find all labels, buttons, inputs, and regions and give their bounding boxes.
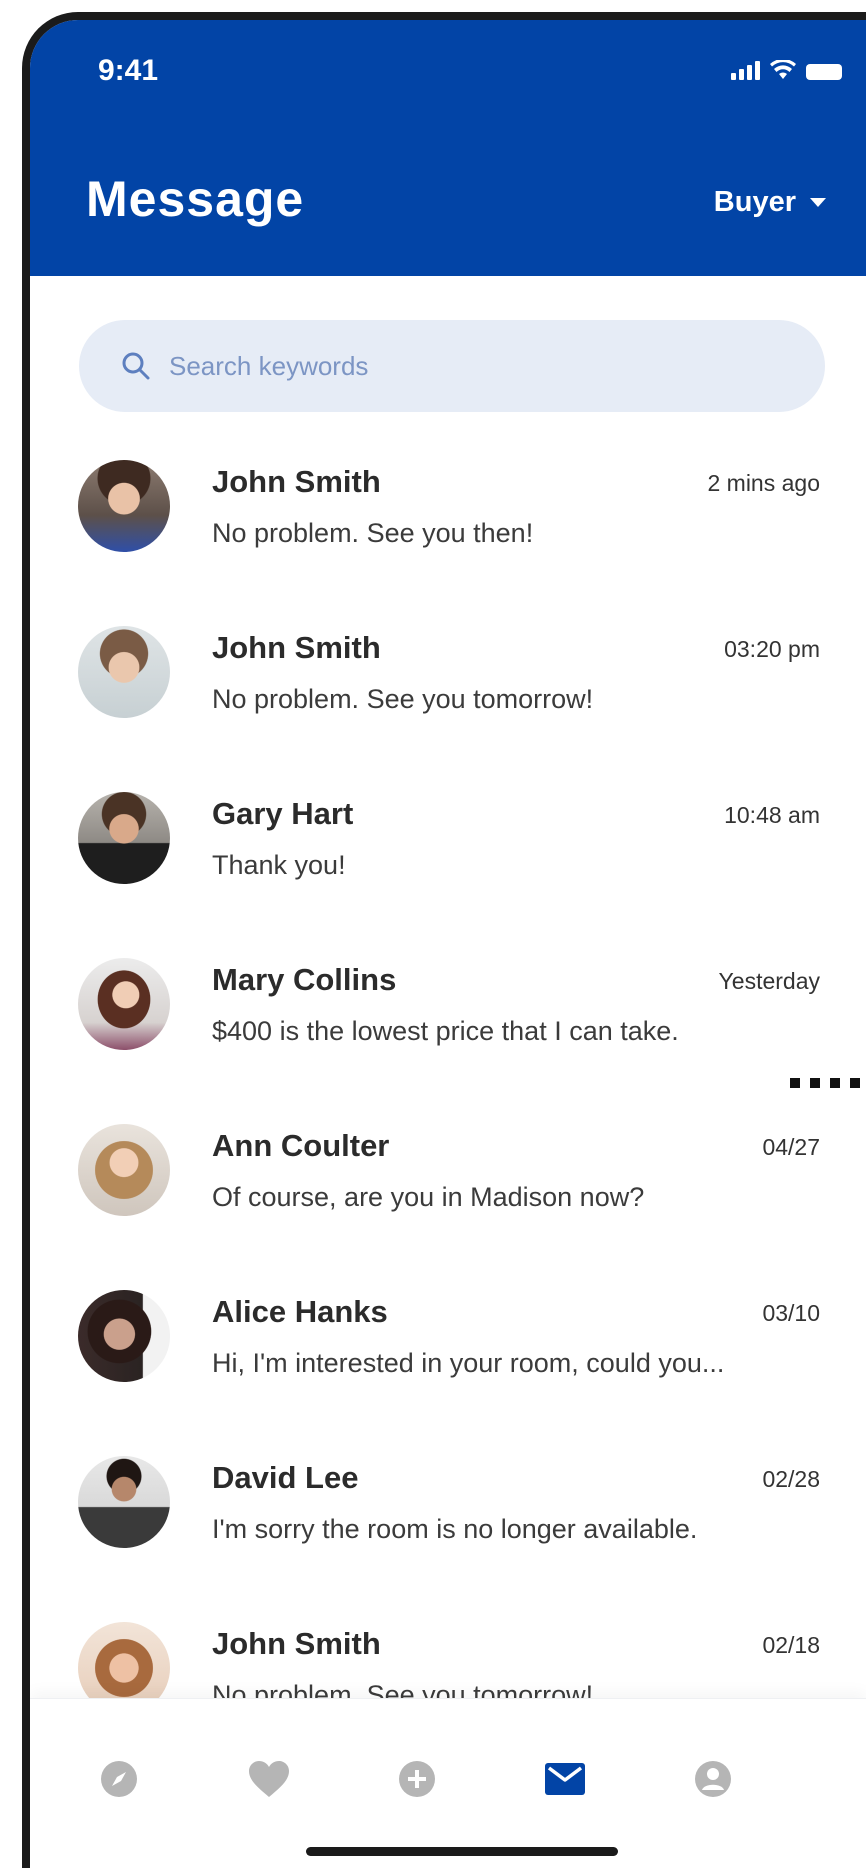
message-preview: Of course, are you in Madison now? (212, 1182, 645, 1212)
conversation-row[interactable]: John Smith No problem. See you tomorrow!… (30, 1622, 866, 1698)
conversation-row[interactable]: Gary Hart Thank you! 10:48 am (30, 792, 866, 892)
page-title: Message (86, 171, 305, 227)
contact-name: John Smith (212, 464, 381, 499)
home-indicator (306, 1847, 618, 1856)
avatar (78, 626, 170, 718)
dotted-connector (790, 1078, 866, 1088)
message-time: 03:20 pm (724, 636, 820, 662)
message-preview: Hi, I'm interested in your room, could y… (212, 1348, 725, 1378)
tab-bar (30, 1698, 866, 1868)
message-preview: I'm sorry the room is no longer availabl… (212, 1514, 698, 1544)
status-icons (731, 60, 842, 80)
contact-name: David Lee (212, 1460, 359, 1495)
conversation-row[interactable]: John Smith No problem. See you tomorrow!… (30, 626, 866, 726)
avatar (78, 958, 170, 1050)
heart-icon (249, 1761, 289, 1797)
tab-favorites[interactable] (244, 1754, 294, 1804)
conversation-row[interactable]: David Lee I'm sorry the room is no longe… (30, 1456, 866, 1556)
role-label: Buyer (713, 186, 796, 218)
message-time: 10:48 am (724, 802, 820, 828)
conversation-row[interactable]: Ann Coulter Of course, are you in Madiso… (30, 1124, 866, 1224)
tab-profile[interactable] (688, 1754, 738, 1804)
message-time: 04/27 (762, 1134, 820, 1160)
compass-icon (101, 1761, 137, 1797)
contact-name: Mary Collins (212, 962, 397, 997)
avatar (78, 1290, 170, 1382)
search-bar[interactable] (79, 320, 825, 412)
phone-frame: 9:41 Message Buyer John Smith (22, 12, 866, 1868)
user-icon (695, 1761, 731, 1797)
avatar (78, 1456, 170, 1548)
contact-name: Ann Coulter (212, 1128, 390, 1163)
message-preview: $400 is the lowest price that I can take… (212, 1016, 679, 1046)
contact-name: Gary Hart (212, 796, 354, 831)
signal-icon (731, 60, 760, 80)
message-preview: No problem. See you tomorrow! (212, 1680, 594, 1698)
conversation-row[interactable]: John Smith No problem. See you then! 2 m… (30, 460, 866, 560)
message-preview: No problem. See you tomorrow! (212, 684, 594, 714)
header: 9:41 Message Buyer (30, 20, 866, 276)
role-dropdown[interactable]: Buyer (714, 186, 826, 219)
status-time: 9:41 (98, 54, 159, 87)
tab-messages[interactable] (540, 1754, 590, 1804)
caret-down-icon (810, 198, 826, 207)
wifi-icon (770, 60, 796, 79)
search-icon (122, 352, 150, 380)
avatar (78, 1622, 170, 1698)
tab-post[interactable] (392, 1754, 442, 1804)
conversation-row[interactable]: Mary Collins $400 is the lowest price th… (30, 958, 866, 1058)
conversation-list: John Smith No problem. See you then! 2 m… (30, 460, 866, 1698)
tab-explore[interactable] (94, 1754, 144, 1804)
message-time: Yesterday (718, 968, 820, 994)
contact-name: John Smith (212, 630, 381, 665)
message-preview: No problem. See you then! (212, 518, 534, 548)
message-time: 02/18 (762, 1632, 820, 1658)
message-preview: Thank you! (212, 850, 346, 880)
message-time: 2 mins ago (707, 470, 820, 496)
battery-icon (806, 64, 842, 80)
contact-name: Alice Hanks (212, 1294, 388, 1329)
mail-icon (545, 1763, 585, 1795)
plus-circle-icon (399, 1761, 435, 1797)
conversation-row[interactable]: Alice Hanks Hi, I'm interested in your r… (30, 1290, 866, 1390)
message-time: 03/10 (762, 1300, 820, 1326)
message-time: 02/28 (762, 1466, 820, 1492)
avatar (78, 792, 170, 884)
avatar (78, 460, 170, 552)
contact-name: John Smith (212, 1626, 381, 1661)
avatar (78, 1124, 170, 1216)
search-input[interactable] (167, 349, 771, 383)
